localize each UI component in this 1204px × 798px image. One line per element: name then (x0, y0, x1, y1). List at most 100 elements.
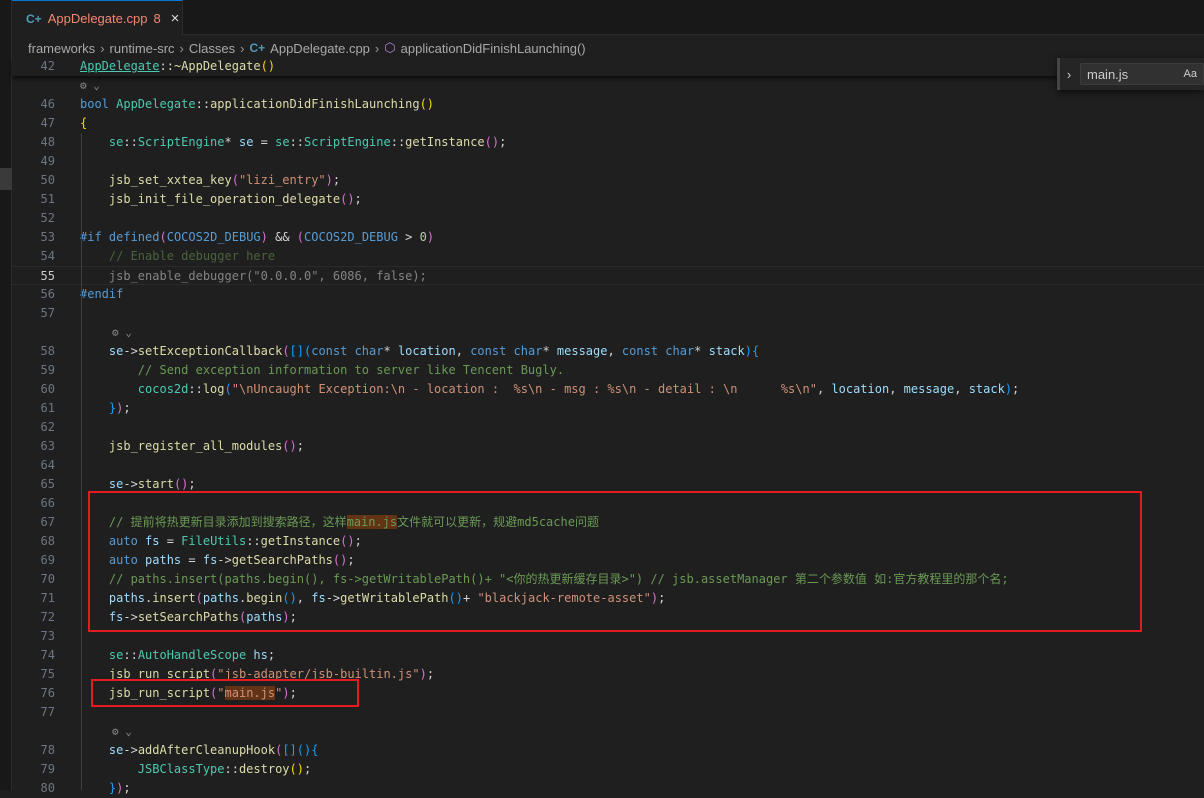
code-token: ; (499, 135, 507, 149)
code-token: ; (354, 192, 362, 206)
breadcrumb-item[interactable]: frameworks (28, 41, 95, 56)
code-token: stack (708, 344, 745, 358)
code-token: se (80, 135, 124, 149)
code-token: ) (260, 230, 268, 244)
code-token: * (383, 344, 398, 358)
code-token: , (954, 382, 969, 396)
line-number: 50 (40, 173, 55, 187)
code-token: se (238, 135, 254, 149)
code-token: } (80, 401, 117, 415)
line-number: 55 (40, 269, 55, 283)
code-text: AppDelegate::~AppDelegate() (80, 57, 275, 76)
code-text: cocos2d::log("\nUncaught Exception:\n - … (80, 380, 1019, 399)
line-number: 79 (40, 762, 55, 776)
match-case-icon[interactable]: Aa (1184, 68, 1197, 80)
code-token: const char (470, 344, 543, 358)
chevron-right-icon: › (374, 40, 380, 56)
indent-guide (81, 133, 82, 790)
code-token: ( (296, 230, 305, 244)
sparkle-chevron-icon[interactable]: ⚙ ⌄ (80, 76, 100, 95)
code-token: ( (231, 173, 239, 187)
code-token: { (80, 116, 88, 130)
code-line: 62 (12, 418, 1204, 437)
code-token: bool (80, 97, 117, 111)
line-number: 67 (40, 515, 55, 529)
code-token: * (542, 344, 557, 358)
code-token: ; (332, 173, 341, 187)
code-token: message (556, 344, 608, 358)
code-token: :: (224, 762, 239, 776)
code-token: addAfterCleanupHook (137, 743, 276, 757)
code-token: se (80, 648, 124, 662)
code-token: :: (188, 382, 203, 396)
code-text: jsb_register_all_modules(); (80, 437, 304, 456)
code-text: #endif (80, 285, 123, 304)
code-token: ) (1004, 382, 1013, 396)
sparkle-chevron-icon[interactable]: ⚙ ⌄ (112, 722, 132, 741)
code-line: 58 se->setExceptionCallback([](const cha… (12, 342, 1204, 361)
line-number: 59 (40, 363, 55, 377)
code-token: se (80, 344, 124, 358)
code-token: ; (303, 762, 312, 776)
code-token: , (816, 382, 832, 396)
code-token: COCOS2D_DEBUG (166, 230, 261, 244)
line-number: 42 (40, 59, 55, 73)
find-widget: › main.js Aa (1057, 58, 1204, 90)
code-token: location (831, 382, 890, 396)
sparkle-chevron-icon[interactable]: ⚙ ⌄ (112, 323, 132, 342)
code-token: jsb_init_file_operation_delegate (80, 192, 341, 206)
breadcrumb-item[interactable]: Classes (189, 41, 235, 56)
code-token: ( (224, 382, 232, 396)
code-token: [] (282, 743, 297, 757)
code-token: ; (123, 401, 131, 415)
find-input[interactable]: main.js Aa (1080, 63, 1204, 85)
code-token: = (253, 135, 276, 149)
tab-appdelegate-cpp[interactable]: C+ AppDelegate.cpp 8 × (12, 0, 183, 36)
line-number: 69 (40, 553, 55, 567)
toggle-replace-chevron-icon[interactable]: › (1060, 67, 1078, 82)
close-icon[interactable]: × (171, 10, 180, 27)
code-line: 61 }); (12, 399, 1204, 418)
breadcrumb-item[interactable]: AppDelegate.cpp (270, 41, 370, 56)
breadcrumb-item[interactable]: applicationDidFinishLaunching() (401, 41, 586, 56)
find-input-value: main.js (1087, 66, 1129, 82)
line-number: 56 (40, 287, 55, 301)
code-token: jsb_register_all_modules (80, 439, 283, 453)
code-token: () (173, 477, 189, 491)
scroll-marker[interactable] (0, 168, 12, 190)
code-token: log (202, 382, 225, 396)
code-token: * (224, 135, 239, 149)
activity-strip (0, 0, 12, 790)
tab-label: AppDelegate.cpp (47, 11, 148, 26)
line-number: 72 (40, 610, 55, 624)
code-token: "\nUncaught Exception:\n - location : %s… (231, 382, 817, 396)
code-token: const char (311, 344, 384, 358)
code-text: jsb_enable_debugger("0.0.0.0", 6086, fal… (80, 267, 427, 286)
code-line: 78 se->addAfterCleanupHook([](){ (12, 741, 1204, 760)
code-token: jsb_enable_debugger("0.0.0.0", 6086, fal… (80, 269, 427, 283)
code-line: 51 jsb_init_file_operation_delegate(); (12, 190, 1204, 209)
code-line: 80 }); (12, 779, 1204, 798)
code-token: :: (123, 648, 138, 662)
code-token: } (80, 781, 117, 795)
breadcrumb-item[interactable]: runtime-src (110, 41, 175, 56)
code-text: // Send exception information to server … (80, 361, 564, 380)
code-token: -> (123, 344, 138, 358)
line-number: 68 (40, 534, 55, 548)
code-text: jsb_init_file_operation_delegate(); (80, 190, 362, 209)
line-number: 57 (40, 306, 55, 320)
code-token: location (397, 344, 456, 358)
code-token: "lizi_entry" (238, 173, 326, 187)
line-number: 78 (40, 743, 55, 757)
line-number: 58 (40, 344, 55, 358)
code-token: > (397, 230, 420, 244)
line-number: 62 (40, 420, 55, 434)
code-text: se::AutoHandleScope hs; (80, 646, 275, 665)
code-token: COCOS2D_DEBUG (304, 230, 398, 244)
chevron-right-icon: › (179, 40, 184, 56)
code-token: destroy (238, 762, 290, 776)
code-token: -> (123, 743, 138, 757)
code-token: // Enable debugger here (80, 249, 276, 263)
code-token: ScriptEngine (137, 135, 225, 149)
sticky-scroll-line: 42 AppDelegate::~AppDelegate() (12, 57, 1204, 76)
